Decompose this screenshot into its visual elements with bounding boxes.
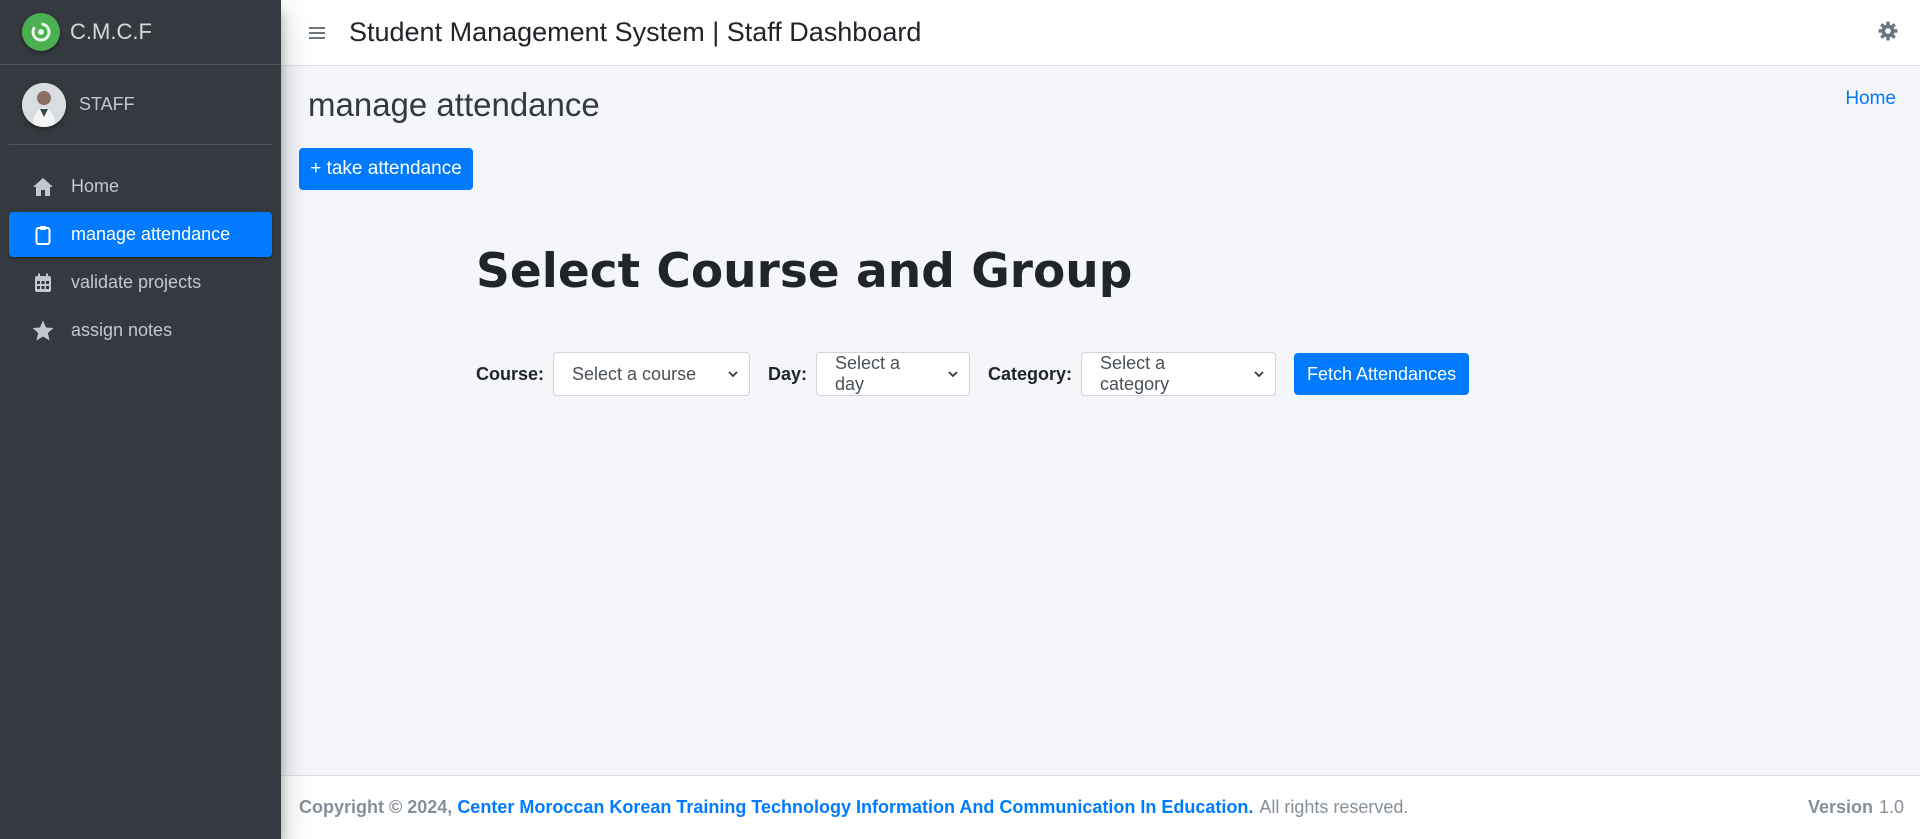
calendar-icon (31, 271, 55, 295)
chevron-down-icon (728, 371, 738, 378)
star-icon (31, 319, 55, 343)
sidebar-item-label: Home (71, 176, 120, 196)
course-select[interactable]: Select a course (553, 352, 751, 396)
breadcrumb-home-link[interactable]: Home (1845, 88, 1896, 110)
course-select-value: Select a course (572, 363, 697, 384)
version-value: 1.0 (1878, 797, 1904, 817)
gear-icon[interactable] (1878, 21, 1902, 45)
clipboard-icon (31, 223, 55, 247)
user-panel[interactable]: STAFF (9, 65, 272, 145)
page-title: manage attendance (308, 86, 600, 123)
footer-version: Version 1.0 (1808, 797, 1904, 818)
brand-link[interactable]: C.M.C.F (0, 0, 281, 65)
brand-logo-icon (22, 13, 60, 51)
sidebar-item-assign-notes[interactable]: assign notes (9, 308, 272, 353)
footer: Copyright © 2024, Center Moroccan Korean… (281, 775, 1920, 839)
day-label: Day: (768, 363, 808, 384)
fetch-attendances-button[interactable]: Fetch Attendances (1294, 353, 1470, 395)
sidebar-item-label: manage attendance (71, 224, 231, 244)
sidebar: C.M.C.F STAFF Home manage attendance val… (0, 0, 281, 839)
sidebar-item-validate-projects[interactable]: validate projects (9, 260, 272, 305)
footer-rights: All rights reserved. (1259, 797, 1409, 817)
category-label: Category: (988, 363, 1073, 384)
brand-text: C.M.C.F (70, 19, 152, 44)
sidebar-nav: Home manage attendance validate projects… (0, 145, 281, 353)
chevron-down-icon (948, 371, 958, 378)
take-attendance-button[interactable]: + take attendance (299, 148, 473, 190)
sidebar-item-home[interactable]: Home (9, 164, 272, 209)
version-label: Version (1807, 797, 1873, 817)
avatar (22, 82, 66, 127)
day-select-value: Select a day (835, 353, 901, 394)
user-name: STAFF (79, 94, 135, 114)
section-title: Select Course and Group (476, 244, 1133, 299)
app-title: Student Management System | Staff Dashbo… (349, 17, 922, 47)
footer-org-link[interactable]: Center Moroccan Korean Training Technolo… (457, 797, 1253, 818)
day-select[interactable]: Select a day (816, 352, 971, 396)
menu-toggle-icon[interactable] (305, 21, 329, 45)
chevron-down-icon (1254, 371, 1264, 378)
category-select-value: Select a category (1100, 353, 1170, 394)
main-content: manage attendance Home + take attendance… (281, 66, 1920, 776)
footer-copyright: Copyright © 2024, (299, 797, 453, 817)
sidebar-item-manage-attendance[interactable]: manage attendance (9, 212, 272, 257)
sidebar-item-label: assign notes (71, 320, 173, 340)
top-navbar: Student Management System | Staff Dashbo… (281, 0, 1920, 66)
home-icon (31, 175, 55, 199)
category-select[interactable]: Select a category (1081, 352, 1277, 396)
sidebar-item-label: validate projects (71, 272, 202, 292)
filter-form: Course: Select a course Day: Select a da… (476, 352, 1470, 396)
course-label: Course: (476, 363, 545, 384)
